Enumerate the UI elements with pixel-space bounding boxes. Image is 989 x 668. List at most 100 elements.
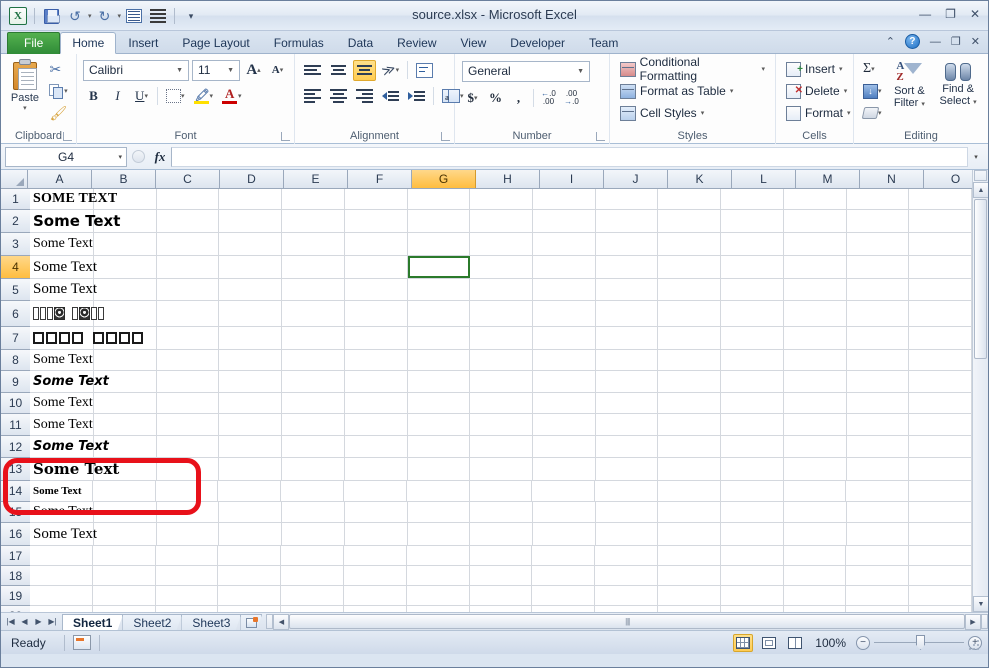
chevron-down-icon[interactable]: ▼ bbox=[574, 68, 587, 75]
cell-m5[interactable] bbox=[784, 279, 847, 300]
cell-m19[interactable] bbox=[784, 586, 847, 605]
cell-j6[interactable] bbox=[596, 301, 659, 326]
cell-n1[interactable] bbox=[847, 189, 910, 209]
fill-color-button[interactable]: 🖍▾ bbox=[191, 86, 217, 107]
cell-j5[interactable] bbox=[596, 279, 659, 300]
borders-button[interactable]: ▾ bbox=[163, 86, 188, 107]
bold-button[interactable]: B bbox=[83, 86, 104, 107]
cell-a15[interactable]: Some Text bbox=[30, 502, 94, 522]
cell-j18[interactable] bbox=[595, 566, 658, 585]
cell-g6[interactable] bbox=[408, 301, 471, 326]
vertical-scrollbar[interactable]: ▲ ▼ bbox=[972, 170, 988, 612]
paste-dropdown-icon[interactable]: ▾ bbox=[23, 104, 27, 112]
cell-j11[interactable] bbox=[596, 414, 659, 435]
chevron-down-icon[interactable]: ▾ bbox=[847, 109, 851, 117]
cell-f12[interactable] bbox=[345, 436, 408, 457]
cell-i18[interactable] bbox=[532, 566, 595, 585]
autosum-dropdown-icon[interactable]: ▾ bbox=[871, 65, 875, 73]
cell-c1[interactable] bbox=[157, 189, 220, 209]
horizontal-split-handle[interactable] bbox=[266, 614, 273, 629]
row-header-18[interactable]: 18 bbox=[1, 566, 30, 586]
cell-c6[interactable] bbox=[157, 301, 220, 326]
cell-e4[interactable] bbox=[282, 256, 345, 278]
cell-e17[interactable] bbox=[281, 546, 344, 565]
sort-and-filter-button[interactable]: AZ Sort & Filter ▾ bbox=[886, 59, 934, 123]
cell-b11[interactable] bbox=[94, 414, 157, 435]
chevron-down-icon[interactable]: ▾ bbox=[730, 87, 734, 95]
fill-dropdown-icon[interactable]: ▾ bbox=[878, 87, 882, 95]
column-header-b[interactable]: B bbox=[92, 170, 156, 188]
cell-n12[interactable] bbox=[847, 436, 910, 457]
cell-d6[interactable] bbox=[219, 301, 282, 326]
cell-a13[interactable]: Some Text bbox=[30, 458, 94, 480]
last-sheet-button[interactable]: ▶| bbox=[46, 617, 59, 626]
cell-d13[interactable] bbox=[219, 458, 282, 480]
cell-o12[interactable] bbox=[909, 436, 972, 457]
record-macro-icon[interactable] bbox=[73, 635, 91, 650]
cell-n6[interactable] bbox=[847, 301, 910, 326]
cell-a16[interactable]: Some Text bbox=[30, 523, 94, 545]
minimize-icon[interactable]: — bbox=[919, 7, 931, 21]
cell-d9[interactable] bbox=[219, 371, 282, 392]
cell-a4[interactable]: Some Text bbox=[30, 256, 94, 278]
cell-d7[interactable] bbox=[219, 327, 282, 349]
cell-n9[interactable] bbox=[847, 371, 910, 392]
cell-b8[interactable] bbox=[94, 350, 157, 370]
cell-g13[interactable] bbox=[408, 458, 471, 480]
cell-d11[interactable] bbox=[219, 414, 282, 435]
cell-g7[interactable] bbox=[408, 327, 471, 349]
insert-cells-button[interactable]: + Insert ▾ bbox=[782, 59, 855, 79]
cell-e7[interactable] bbox=[282, 327, 345, 349]
cell-j8[interactable] bbox=[596, 350, 659, 370]
cell-j16[interactable] bbox=[596, 523, 659, 545]
cell-j2[interactable] bbox=[596, 210, 659, 232]
chevron-down-icon[interactable]: ▾ bbox=[844, 87, 848, 95]
chevron-down-icon[interactable]: ▼ bbox=[224, 67, 237, 74]
cell-b5[interactable] bbox=[94, 279, 157, 300]
vertical-scroll-thumb[interactable] bbox=[974, 199, 987, 359]
cell-m7[interactable] bbox=[784, 327, 847, 349]
cell-g16[interactable] bbox=[408, 523, 471, 545]
cell-e11[interactable] bbox=[282, 414, 345, 435]
cell-m11[interactable] bbox=[784, 414, 847, 435]
cell-i3[interactable] bbox=[533, 233, 596, 255]
cell-m17[interactable] bbox=[784, 546, 847, 565]
cell-e15[interactable] bbox=[282, 502, 345, 522]
cell-k18[interactable] bbox=[658, 566, 721, 585]
cell-o18[interactable] bbox=[909, 566, 972, 585]
cut-button[interactable]: ✂ bbox=[46, 59, 70, 79]
horizontal-scroll-thumb[interactable]: |||| bbox=[289, 614, 965, 629]
cell-g8[interactable] bbox=[408, 350, 471, 370]
copy-dropdown-icon[interactable]: ▾ bbox=[64, 87, 68, 95]
cell-e13[interactable] bbox=[282, 458, 345, 480]
cell-f11[interactable] bbox=[345, 414, 408, 435]
cell-e8[interactable] bbox=[282, 350, 345, 370]
conditional-formatting-button[interactable]: Conditional Formatting ▾ bbox=[616, 59, 769, 79]
tab-team[interactable]: Team bbox=[577, 32, 630, 54]
column-header-g[interactable]: G bbox=[412, 170, 476, 188]
cell-b16[interactable] bbox=[94, 523, 157, 545]
expand-formula-bar-icon[interactable]: ▾ bbox=[968, 147, 984, 167]
align-left-button[interactable] bbox=[301, 86, 324, 107]
cell-b10[interactable] bbox=[94, 393, 157, 413]
bottom-align-button[interactable] bbox=[353, 60, 376, 81]
tab-view[interactable]: View bbox=[449, 32, 499, 54]
row-header-12[interactable]: 12 bbox=[1, 436, 30, 458]
alignment-dialog-launcher[interactable] bbox=[441, 132, 450, 141]
cell-f4[interactable] bbox=[345, 256, 408, 278]
number-dialog-launcher[interactable] bbox=[596, 132, 605, 141]
doc-restore-icon[interactable]: ❐ bbox=[951, 35, 961, 48]
cell-n15[interactable] bbox=[847, 502, 910, 522]
cell-f10[interactable] bbox=[345, 393, 408, 413]
cell-c11[interactable] bbox=[157, 414, 220, 435]
zoom-track[interactable] bbox=[874, 642, 964, 643]
percent-button[interactable]: % bbox=[485, 88, 506, 109]
cell-b14[interactable] bbox=[93, 481, 156, 501]
cell-o14[interactable] bbox=[909, 481, 972, 501]
cell-h17[interactable] bbox=[470, 546, 533, 565]
number-format-select[interactable]: General ▼ bbox=[462, 61, 590, 82]
cell-a5[interactable]: Some Text bbox=[30, 279, 94, 300]
tab-developer[interactable]: Developer bbox=[498, 32, 577, 54]
vertical-split-handle[interactable] bbox=[974, 170, 987, 181]
cell-l13[interactable] bbox=[721, 458, 784, 480]
